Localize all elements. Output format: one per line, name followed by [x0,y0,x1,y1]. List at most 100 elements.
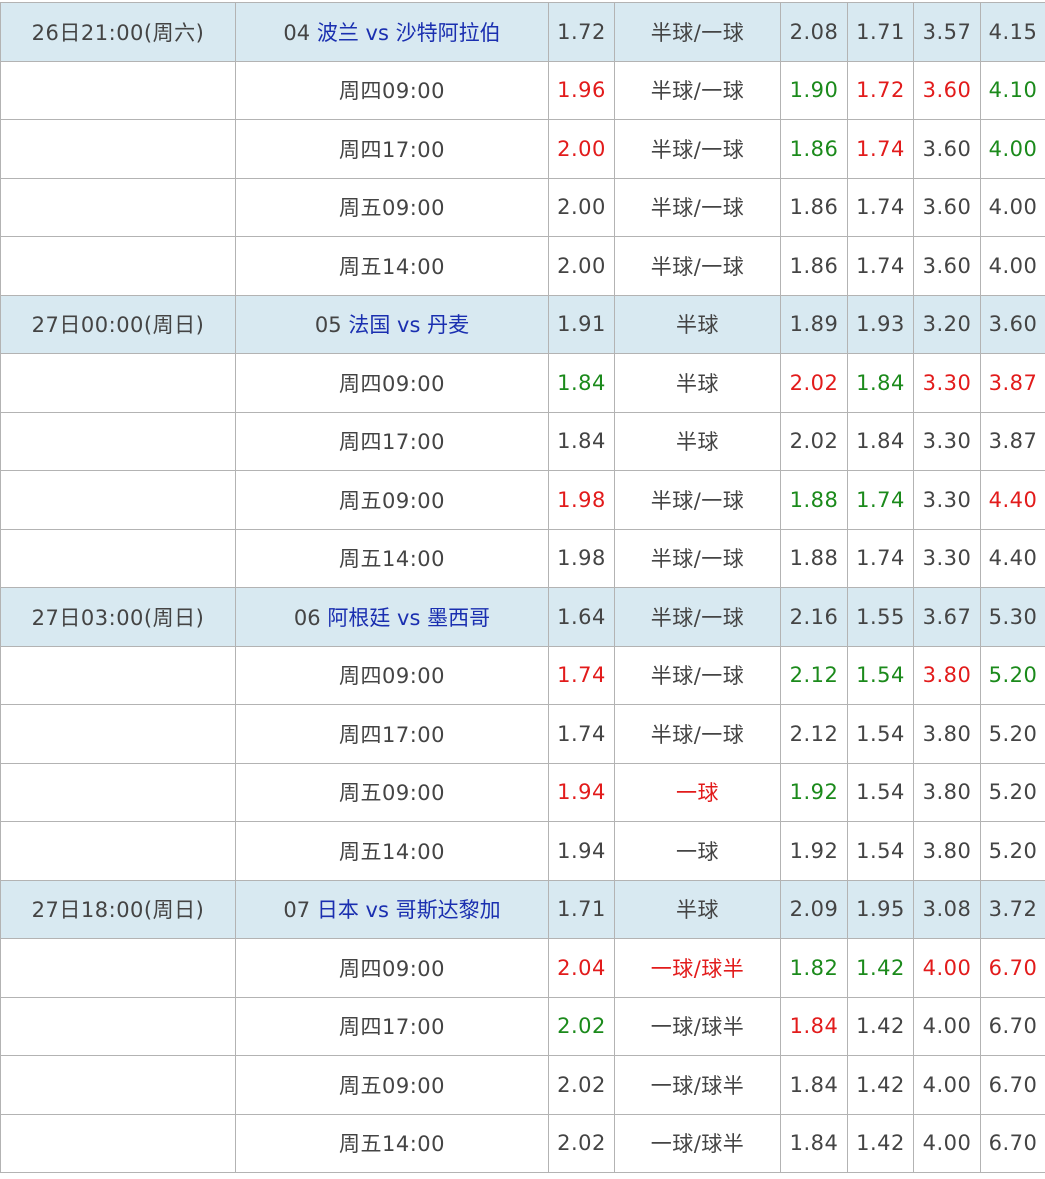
match-header-row: 26日21:00(周六)04 波兰 vs 沙特阿拉伯1.72半球/一球2.081… [1,3,1045,62]
handicap-line: 半球 [615,354,781,413]
match-number: 05 [315,313,342,337]
loss-odds: 5.20 [981,763,1045,822]
odds-update-row: 周四17:001.84半球2.021.843.303.87 [1,412,1045,471]
win-odds: 1.74 [848,120,914,179]
empty-cell [1,705,236,764]
handicap-line: 一球/球半 [615,1056,781,1115]
handicap-home-odds: 2.00 [549,237,615,296]
match-datetime: 26日21:00(周六) [1,3,236,62]
empty-cell [1,763,236,822]
empty-cell [1,237,236,296]
draw-odds: 4.00 [914,1114,981,1173]
handicap-line: 一球/球半 [615,997,781,1056]
match-title: 05 法国 vs 丹麦 [236,295,549,354]
handicap-line: 半球 [615,880,781,939]
handicap-line: 半球/一球 [615,178,781,237]
handicap-home-odds: 2.00 [549,120,615,179]
handicap-home-odds: 1.98 [549,529,615,588]
win-odds: 1.42 [848,997,914,1056]
handicap-away-odds: 1.92 [781,822,848,881]
empty-cell [1,61,236,120]
update-time: 周五14:00 [236,822,549,881]
odds-update-row: 周四17:002.02一球/球半1.841.424.006.70 [1,997,1045,1056]
update-time: 周五09:00 [236,1056,549,1115]
handicap-away-odds: 1.86 [781,120,848,179]
match-title: 04 波兰 vs 沙特阿拉伯 [236,3,549,62]
update-time: 周四09:00 [236,939,549,998]
odds-update-row: 周五14:002.00半球/一球1.861.743.604.00 [1,237,1045,296]
loss-odds: 3.87 [981,412,1045,471]
loss-odds: 6.70 [981,939,1045,998]
home-team-link[interactable]: 波兰 [317,21,359,45]
draw-odds: 4.00 [914,939,981,998]
handicap-line: 半球/一球 [615,529,781,588]
handicap-home-odds: 1.72 [549,3,615,62]
loss-odds: 6.70 [981,1114,1045,1173]
handicap-line: 半球 [615,295,781,354]
loss-odds: 4.00 [981,120,1045,179]
draw-odds: 3.08 [914,880,981,939]
empty-cell [1,412,236,471]
win-odds: 1.84 [848,354,914,413]
win-odds: 1.42 [848,1114,914,1173]
update-time: 周四17:00 [236,120,549,179]
loss-odds: 3.60 [981,295,1045,354]
match-datetime: 27日03:00(周日) [1,588,236,647]
update-time: 周四09:00 [236,61,549,120]
loss-odds: 3.87 [981,354,1045,413]
draw-odds: 3.80 [914,763,981,822]
loss-odds: 4.15 [981,3,1045,62]
handicap-line: 半球/一球 [615,471,781,530]
update-time: 周五09:00 [236,178,549,237]
away-team-link[interactable]: 哥斯达黎加 [396,898,501,922]
win-odds: 1.74 [848,471,914,530]
handicap-away-odds: 1.90 [781,61,848,120]
handicap-away-odds: 2.02 [781,412,848,471]
handicap-line: 半球/一球 [615,646,781,705]
handicap-home-odds: 1.74 [549,646,615,705]
match-header-row: 27日03:00(周日)06 阿根廷 vs 墨西哥1.64半球/一球2.161.… [1,588,1045,647]
empty-cell [1,354,236,413]
handicap-away-odds: 2.12 [781,646,848,705]
handicap-home-odds: 2.00 [549,178,615,237]
loss-odds: 6.70 [981,997,1045,1056]
draw-odds: 3.30 [914,529,981,588]
update-time: 周四17:00 [236,412,549,471]
odds-update-row: 周四09:001.74半球/一球2.121.543.805.20 [1,646,1045,705]
home-team-link[interactable]: 阿根廷 [327,606,390,630]
odds-update-row: 周四17:001.74半球/一球2.121.543.805.20 [1,705,1045,764]
odds-update-row: 周五09:001.94一球1.921.543.805.20 [1,763,1045,822]
handicap-away-odds: 1.86 [781,178,848,237]
draw-odds: 4.00 [914,1056,981,1115]
handicap-home-odds: 1.71 [549,880,615,939]
handicap-away-odds: 1.84 [781,997,848,1056]
odds-update-row: 周五09:001.98半球/一球1.881.743.304.40 [1,471,1045,530]
handicap-line: 半球/一球 [615,120,781,179]
away-team-link[interactable]: 沙特阿拉伯 [396,21,501,45]
handicap-line: 半球 [615,412,781,471]
handicap-away-odds: 1.86 [781,237,848,296]
update-time: 周五14:00 [236,529,549,588]
draw-odds: 3.57 [914,3,981,62]
win-odds: 1.95 [848,880,914,939]
draw-odds: 3.30 [914,412,981,471]
handicap-line: 一球/球半 [615,1114,781,1173]
loss-odds: 4.00 [981,178,1045,237]
update-time: 周四09:00 [236,646,549,705]
update-time: 周四17:00 [236,997,549,1056]
away-team-link[interactable]: 丹麦 [427,313,469,337]
handicap-home-odds: 1.98 [549,471,615,530]
handicap-home-odds: 1.64 [549,588,615,647]
handicap-away-odds: 2.09 [781,880,848,939]
away-team-link[interactable]: 墨西哥 [427,606,490,630]
loss-odds: 5.20 [981,822,1045,881]
odds-update-row: 周五14:002.02一球/球半1.841.424.006.70 [1,1114,1045,1173]
update-time: 周四09:00 [236,354,549,413]
match-title: 06 阿根廷 vs 墨西哥 [236,588,549,647]
home-team-link[interactable]: 日本 [317,898,359,922]
win-odds: 1.54 [848,646,914,705]
update-time: 周五14:00 [236,1114,549,1173]
home-team-link[interactable]: 法国 [348,313,390,337]
handicap-away-odds: 1.89 [781,295,848,354]
loss-odds: 4.40 [981,471,1045,530]
